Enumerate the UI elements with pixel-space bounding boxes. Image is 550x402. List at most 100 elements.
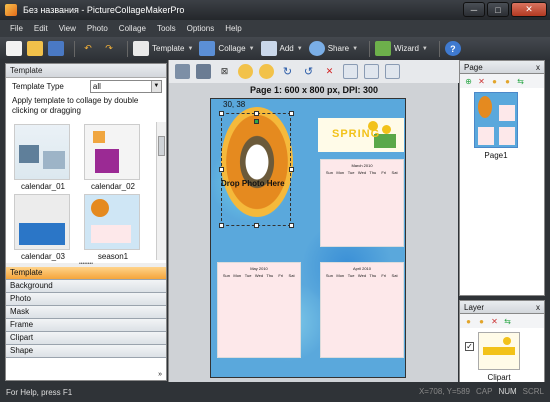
move-down-icon[interactable]: ● [502,76,513,87]
share-label: Share [327,44,350,53]
spring-clipart[interactable]: SPRING [318,118,404,152]
collage-button[interactable]: Collage ▼ [199,41,255,56]
menu-photo[interactable]: Photo [87,24,108,33]
menu-collage[interactable]: Collage [119,24,146,33]
tab-background[interactable]: Background [6,280,166,293]
calendar-weekday: Fri [381,273,387,278]
layer-label: Clipart [487,373,511,382]
menu-options[interactable]: Options [187,24,215,33]
refresh-icon[interactable]: ⇆ [515,76,526,87]
menu-help[interactable]: Help [225,24,241,33]
wizard-button[interactable]: Wizard ▼ [375,41,428,56]
template-scrollbar[interactable] [156,122,166,260]
calendar-weekday: Thu [266,273,274,278]
help-icon[interactable]: ? [444,41,461,56]
add-page-icon[interactable]: ⊕ [463,76,474,87]
layer-up-icon[interactable]: ● [463,316,474,327]
layout-icon[interactable] [364,64,379,79]
more-tabs-button[interactable]: » [158,371,162,378]
close-icon[interactable]: x [536,301,540,315]
calendar-may[interactable]: May 2010 Sun Mon Tue Wed Thu Fri Sat [217,262,301,358]
template-label: calendar_01 [20,182,66,191]
menu-file[interactable]: File [10,24,23,33]
tab-mask[interactable]: Mask [6,306,166,319]
crop-icon[interactable] [196,64,211,79]
calendar-april[interactable]: April 2010 Sun Mon Tue Wed Thu Fri Sat [320,262,404,358]
share-button[interactable]: Share ▼ [308,41,358,56]
calendar-weekday: Thu [369,170,377,175]
rotate-left-icon[interactable]: ↺ [301,64,316,79]
layer-down-icon[interactable]: ● [476,316,487,327]
selection-box[interactable] [221,113,291,226]
help-status: For Help, press F1 [6,387,73,397]
template-type-select[interactable]: all ▼ [89,79,162,93]
tab-shape[interactable]: Shape [6,345,166,358]
new-file-icon[interactable] [6,41,22,56]
menu-tools[interactable]: Tools [157,24,176,33]
resize-handle[interactable] [219,167,224,172]
layer-visibility-checkbox[interactable]: ✓ [465,342,474,351]
template-thumb-calendar-02[interactable] [84,124,140,180]
resize-handle[interactable] [254,111,259,116]
calendar-weekday: Wed [357,170,367,175]
template-button[interactable]: Template ▼ [133,41,193,56]
page-panel-tools: ⊕ ✕ ● ● ⇆ [459,74,545,88]
rotate-right-icon[interactable]: ↻ [280,64,295,79]
resize-handle[interactable] [289,167,294,172]
template-thumb-calendar-01[interactable] [14,124,70,180]
close-button[interactable]: ✕ [511,2,547,17]
redo-icon[interactable]: ↷ [101,41,117,56]
tab-frame[interactable]: Frame [6,319,166,332]
fit-page-icon[interactable] [175,64,190,79]
canvas-toolbar: ⊠ ↻ ↺ ✕ [169,60,459,83]
tab-clipart[interactable]: Clipart [6,332,166,345]
minimize-button[interactable]: ─ [463,2,485,17]
delete-object-icon[interactable]: ⊠ [217,64,232,79]
close-icon[interactable]: x [536,61,540,75]
refresh-icon[interactable]: ⇆ [502,316,513,327]
canvas-area: ⊠ ↻ ↺ ✕ Page 1: 600 x 800 px, DPI: 300 3… [168,60,459,382]
move-up-icon[interactable]: ● [489,76,500,87]
resize-handle[interactable] [254,223,259,228]
delete-page-icon[interactable]: ✕ [476,76,487,87]
delete-layer-icon[interactable]: ✕ [489,316,500,327]
rotate-handle[interactable] [254,119,259,124]
num-indicator: NUM [498,387,517,396]
caps-indicator: CAP [475,387,493,396]
title-bar: Без названия - PictureCollageMakerPro ─ … [0,0,550,20]
save-icon[interactable] [48,41,64,56]
resize-handle[interactable] [219,111,224,116]
grid-icon[interactable] [385,64,400,79]
template-label: calendar_03 [20,252,66,261]
layer-thumbnail[interactable] [478,332,520,370]
remove-icon[interactable]: ✕ [322,64,337,79]
undo-icon[interactable]: ↶ [80,41,96,56]
menu-view[interactable]: View [59,24,76,33]
template-thumb-calendar-03[interactable] [14,194,70,250]
calendar-grid: Sun Mon Tue Wed Thu Fri Sat [321,271,403,278]
calendar-weekday: Wed [254,273,264,278]
page-thumbnail[interactable] [474,92,518,148]
template-hint: Apply template to collage by double clic… [12,96,139,115]
toolbar-divider [369,40,371,57]
resize-handle[interactable] [289,111,294,116]
open-folder-icon[interactable] [27,41,43,56]
page-panel-title: Page [464,63,483,72]
resize-handle[interactable] [289,223,294,228]
page-label: Page1 [484,151,508,160]
bring-forward-icon[interactable] [238,64,253,79]
template-label: season1 [97,252,129,261]
scrollbar-thumb[interactable] [158,136,165,156]
collage-page[interactable]: 30, 38 Drop Photo Here SPRING March 2010… [210,98,406,378]
resize-handle[interactable] [219,223,224,228]
calendar-march[interactable]: March 2010 Sun Mon Tue Wed Thu Fri Sat [320,159,404,247]
add-button[interactable]: Add ▼ [260,41,303,56]
app-icon [5,4,17,16]
tab-template[interactable]: Template [6,267,166,280]
tab-photo[interactable]: Photo [6,293,166,306]
menu-edit[interactable]: Edit [34,24,48,33]
send-backward-icon[interactable] [259,64,274,79]
align-icon[interactable] [343,64,358,79]
maximize-button[interactable]: □ [487,2,509,17]
template-thumb-season1[interactable] [84,194,140,250]
